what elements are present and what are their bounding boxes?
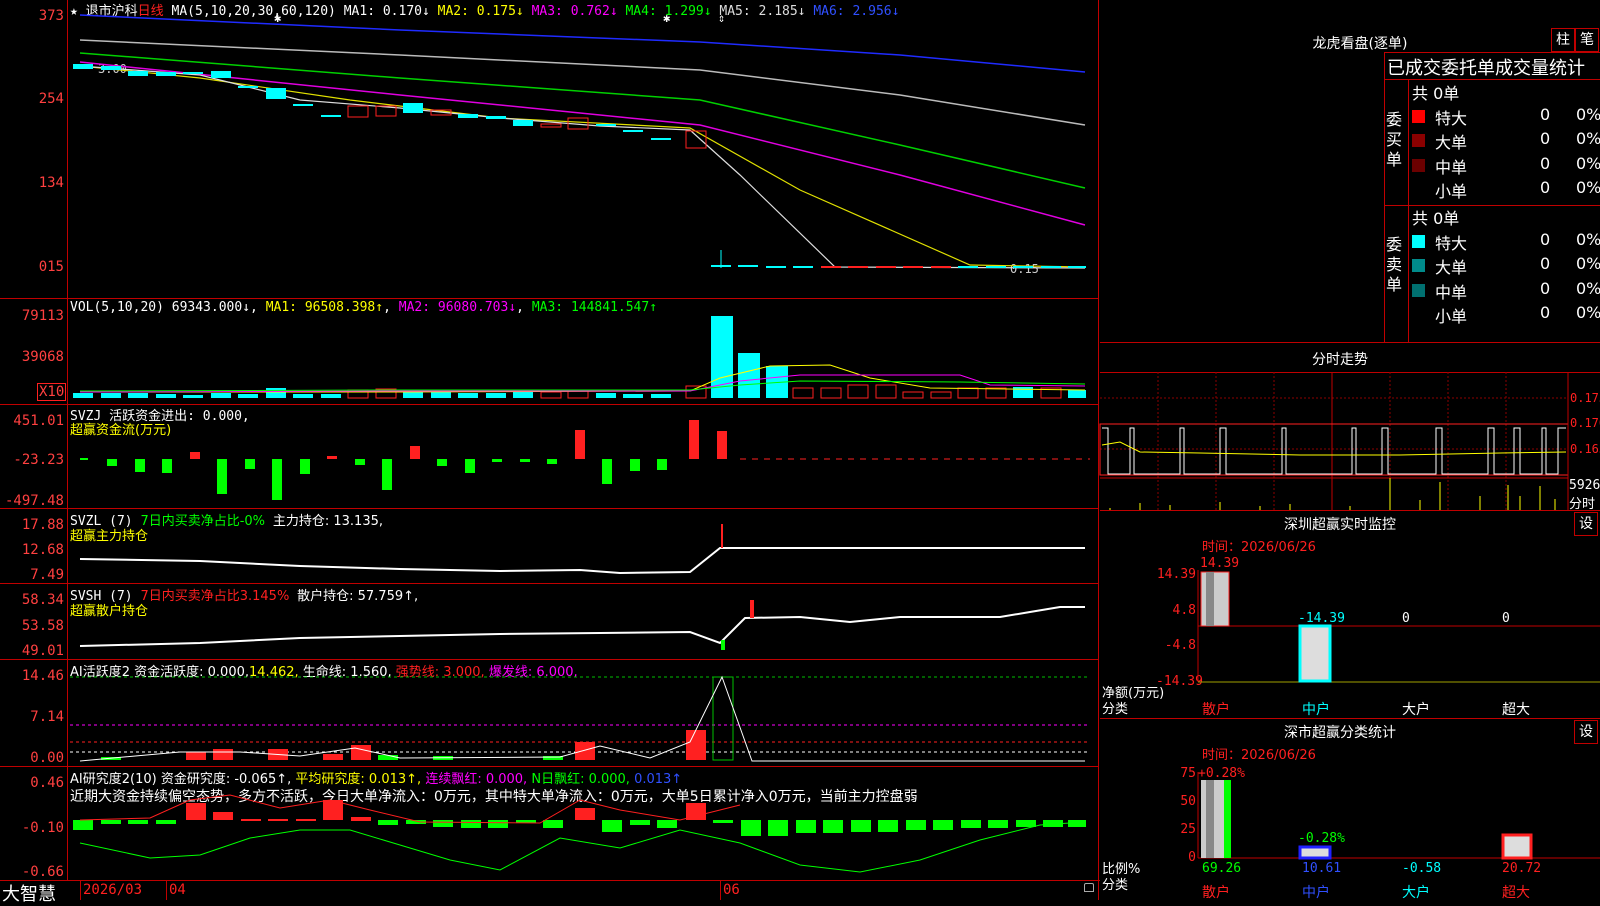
ai2-bar	[1068, 820, 1086, 827]
ai2-bar	[575, 808, 595, 820]
ai2-bar	[823, 820, 843, 833]
ai2-research-line	[79, 794, 741, 824]
date-divider	[166, 880, 167, 900]
ai2-bars	[73, 800, 1086, 836]
date-divider	[720, 880, 721, 900]
sz-class-bar-retail-edge	[1224, 780, 1231, 858]
ai2-bar	[156, 820, 176, 824]
ai2-bar	[602, 820, 622, 832]
ai2-bar	[543, 820, 563, 828]
ai2-bar	[768, 820, 788, 836]
ai2-bar	[796, 820, 816, 833]
sz-class-bar-retail-shade	[1206, 780, 1214, 858]
ai2-bar	[1016, 820, 1036, 827]
date-label: 2026/03	[83, 882, 143, 898]
ai2-bar	[241, 819, 261, 821]
ai2-bar	[461, 820, 481, 828]
sz-class-cat-large: 大户	[1402, 885, 1430, 901]
ai2-bar	[268, 819, 288, 821]
ai2-bar	[961, 820, 981, 828]
ai2-bar	[933, 820, 953, 830]
sz-class-cat-super: 超大	[1502, 885, 1530, 901]
sz-class-value-super: 20.72	[1502, 861, 1542, 876]
ai2-bar	[378, 820, 398, 825]
ai2-bar	[851, 820, 871, 832]
chart-area[interactable]: 373 254 134 015 ★ 退市沪科日线 MA(5,10,20,30,6…	[0, 0, 1100, 905]
lock-icon[interactable]	[1084, 883, 1094, 892]
sz-class-bar1-label: +0.28%	[1198, 766, 1245, 781]
ai2-bar	[713, 820, 733, 823]
sz-class-bar-mid	[1298, 845, 1332, 860]
ai2-bar	[988, 820, 1008, 828]
ai2-bar	[128, 820, 148, 824]
date-label: 06	[723, 882, 740, 898]
sz-class-value-retail: 69.26	[1202, 861, 1242, 876]
ai2-bar	[741, 820, 761, 836]
sz-class-bar2-label: -0.28%	[1298, 831, 1345, 846]
sz-class-chart	[1197, 772, 1600, 860]
ai2-bar	[657, 820, 677, 828]
sz-class-cat-mid: 中户	[1302, 885, 1330, 901]
date-divider	[80, 880, 81, 900]
ai2-bar	[296, 819, 316, 821]
ai2-bar	[630, 820, 650, 825]
ai2-bar	[433, 820, 453, 827]
ai2-bar	[213, 812, 233, 820]
sz-class-side-label2: 分类	[1102, 878, 1129, 893]
right-panel: 龙虎看盘(逐单) 柱 笔 已成交委托单成交量统计 委买单 委卖单 共 0单 特大…	[1099, 0, 1600, 901]
ai2-bar	[186, 803, 206, 820]
ai2-bar	[101, 820, 121, 824]
ai2-bar	[73, 820, 93, 830]
sz-class-bar-super	[1501, 833, 1533, 860]
ai2-bar	[878, 820, 898, 832]
sz-class-value-mid: 10.61	[1302, 861, 1342, 876]
ai2-bar	[488, 820, 508, 828]
ai2-chart[interactable]	[0, 0, 1100, 900]
sz-class-cat-retail: 散户	[1202, 885, 1230, 901]
app-logo[interactable]: 大智慧	[2, 880, 56, 906]
ai2-bar	[906, 820, 926, 830]
ai2-bar	[351, 817, 371, 821]
date-label: 04	[169, 882, 186, 898]
sz-class-value-large: -0.58	[1402, 861, 1442, 876]
